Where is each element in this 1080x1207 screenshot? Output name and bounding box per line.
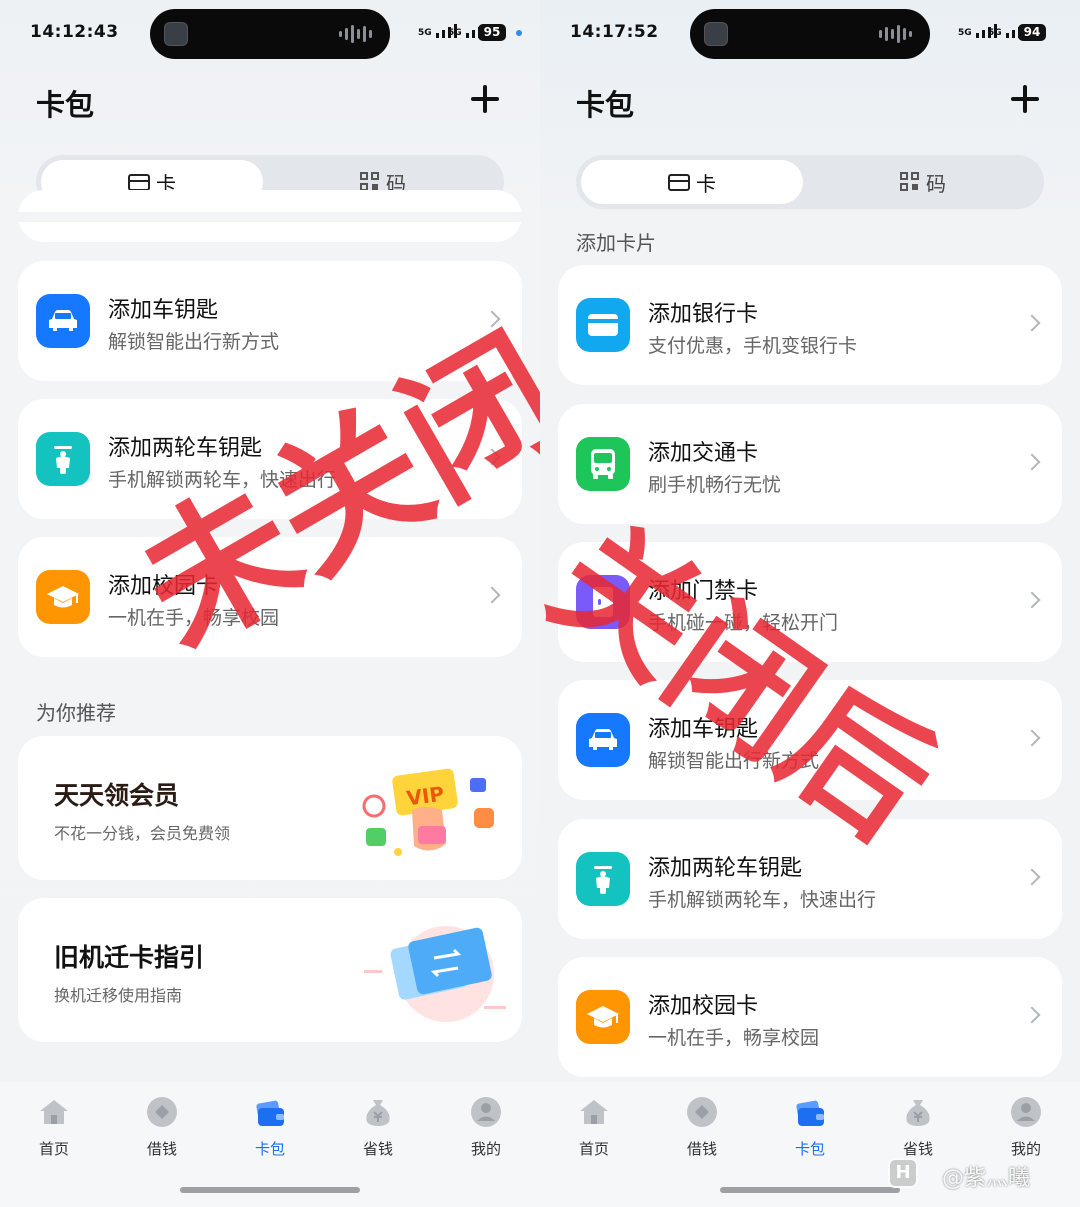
card-icon [128,173,150,191]
tab-profile[interactable]: 我的 [996,1096,1056,1159]
add-icon[interactable] [1010,84,1040,114]
watermark-text: @紫灬曦 [942,1166,1031,1191]
tab-borrow[interactable]: 借钱 [132,1096,192,1159]
car-icon [576,713,630,767]
money-bag-icon [366,1100,390,1126]
list-item-bank-card[interactable]: 添加银行卡 支付优惠，手机变银行卡 [558,265,1062,385]
tab-wallet[interactable]: 卡包 [240,1096,300,1159]
tab-save-money[interactable]: 省钱 [348,1096,408,1159]
chevron-right-icon [483,586,501,604]
tab-profile[interactable]: 我的 [456,1096,516,1159]
bank-card-icon [576,298,630,352]
tab-wallet[interactable]: 卡包 [780,1096,840,1159]
chevron-right-icon [1023,729,1041,747]
card-transfer-illustration [364,926,506,1022]
car-icon [36,294,90,348]
media-thumbnail [164,22,188,46]
borrow-icon [147,1097,177,1127]
home-icon [40,1100,68,1124]
bus-icon [576,437,630,491]
list-item-campus-card[interactable]: 添加校园卡 一机在手，畅享校园 [558,957,1062,1077]
chevron-right-icon [1023,314,1041,332]
list-item-scooter-key[interactable]: 添加两轮车钥匙 手机解锁两轮车，快速出行 [18,399,522,519]
header-divider [0,212,540,222]
tab-borrow[interactable]: 借钱 [672,1096,732,1159]
status-time: 14:12:43 [30,22,119,42]
list-item-scooter-key[interactable]: 添加两轮车钥匙 手机解锁两轮车，快速出行 [558,819,1062,939]
list-item-car-key[interactable]: 添加车钥匙 解锁智能出行新方式 [18,261,522,381]
scooter-icon [576,852,630,906]
page-title: 卡包 [36,88,95,122]
graduation-cap-icon [576,990,630,1044]
graduation-cap-icon [36,570,90,624]
home-icon [580,1100,608,1124]
status-bar: 14:17:52 5G 5G 94 [540,0,1080,68]
add-icon[interactable] [470,84,500,114]
overlay-stamp-after: 关闭后 [540,496,961,871]
list-item-car-key[interactable]: 添加车钥匙 解锁智能出行新方式 [558,680,1062,800]
home-indicator[interactable] [180,1187,360,1193]
battery-icon: 95 [478,24,506,41]
borrow-icon [687,1097,717,1127]
tab-home[interactable]: 首页 [564,1096,624,1159]
wallet-icon [796,1100,824,1126]
home-indicator[interactable] [720,1187,900,1193]
dynamic-island [150,9,390,59]
battery-icon: 94 [1018,24,1046,41]
audio-wave-icon [339,23,372,45]
profile-icon [471,1097,501,1127]
chevron-right-icon [483,310,501,328]
tab-save-money[interactable]: 省钱 [888,1096,948,1159]
audio-wave-icon [879,23,912,45]
media-thumbnail [704,22,728,46]
card-icon [668,173,690,191]
section-title-add-card: 添加卡片 [576,231,656,255]
list-item-campus-card[interactable]: 添加校园卡 一机在手，畅享校园 [18,537,522,657]
promo-card-membership[interactable]: 天天领会员 不花一分钱，会员免费领 VIP [18,736,522,880]
list-item-transit-card[interactable]: 添加交通卡 刷手机畅行无忧 [558,404,1062,524]
door-icon [576,575,630,629]
dynamic-island [690,9,930,59]
notification-dot [516,30,522,36]
promo-card-migration[interactable]: 旧机迁卡指引 换机迁移使用指南 [18,898,522,1042]
scooter-icon [36,432,90,486]
chevron-right-icon [1023,868,1041,886]
chevron-right-icon [1023,1006,1041,1024]
qr-code-icon [900,172,920,192]
page-title: 卡包 [576,88,635,122]
status-bar: 14:12:43 5G 5G 95 [0,0,540,68]
list-item-access-card[interactable]: 添加门禁卡 手机碰一碰，轻松开门 [558,542,1062,662]
chevron-right-icon [1023,591,1041,609]
tab-home[interactable]: 首页 [24,1096,84,1159]
status-time: 14:17:52 [570,22,659,42]
profile-icon [1011,1097,1041,1127]
qr-code-icon [360,172,380,192]
money-bag-icon [906,1100,930,1126]
chevron-right-icon [1023,453,1041,471]
tab-code[interactable]: 码 [808,160,1038,204]
tab-card[interactable]: 卡 [581,160,803,204]
wallet-icon [256,1100,284,1126]
screenshot-after: 14:17:52 5G 5G 94 卡包 卡 码 添加卡片 添加银行卡 支付优惠… [540,0,1080,1207]
watermark-logo: H [888,1158,918,1188]
segment-control: 卡 码 [576,155,1044,209]
section-title-recommend: 为你推荐 [36,701,116,725]
chevron-right-icon [483,448,501,466]
screenshot-before: 14:12:43 5G 5G 95 卡包 卡 码 添加车钥匙 解锁智能出行新方式… [0,0,540,1207]
vip-gift-illustration: VIP [362,768,494,856]
